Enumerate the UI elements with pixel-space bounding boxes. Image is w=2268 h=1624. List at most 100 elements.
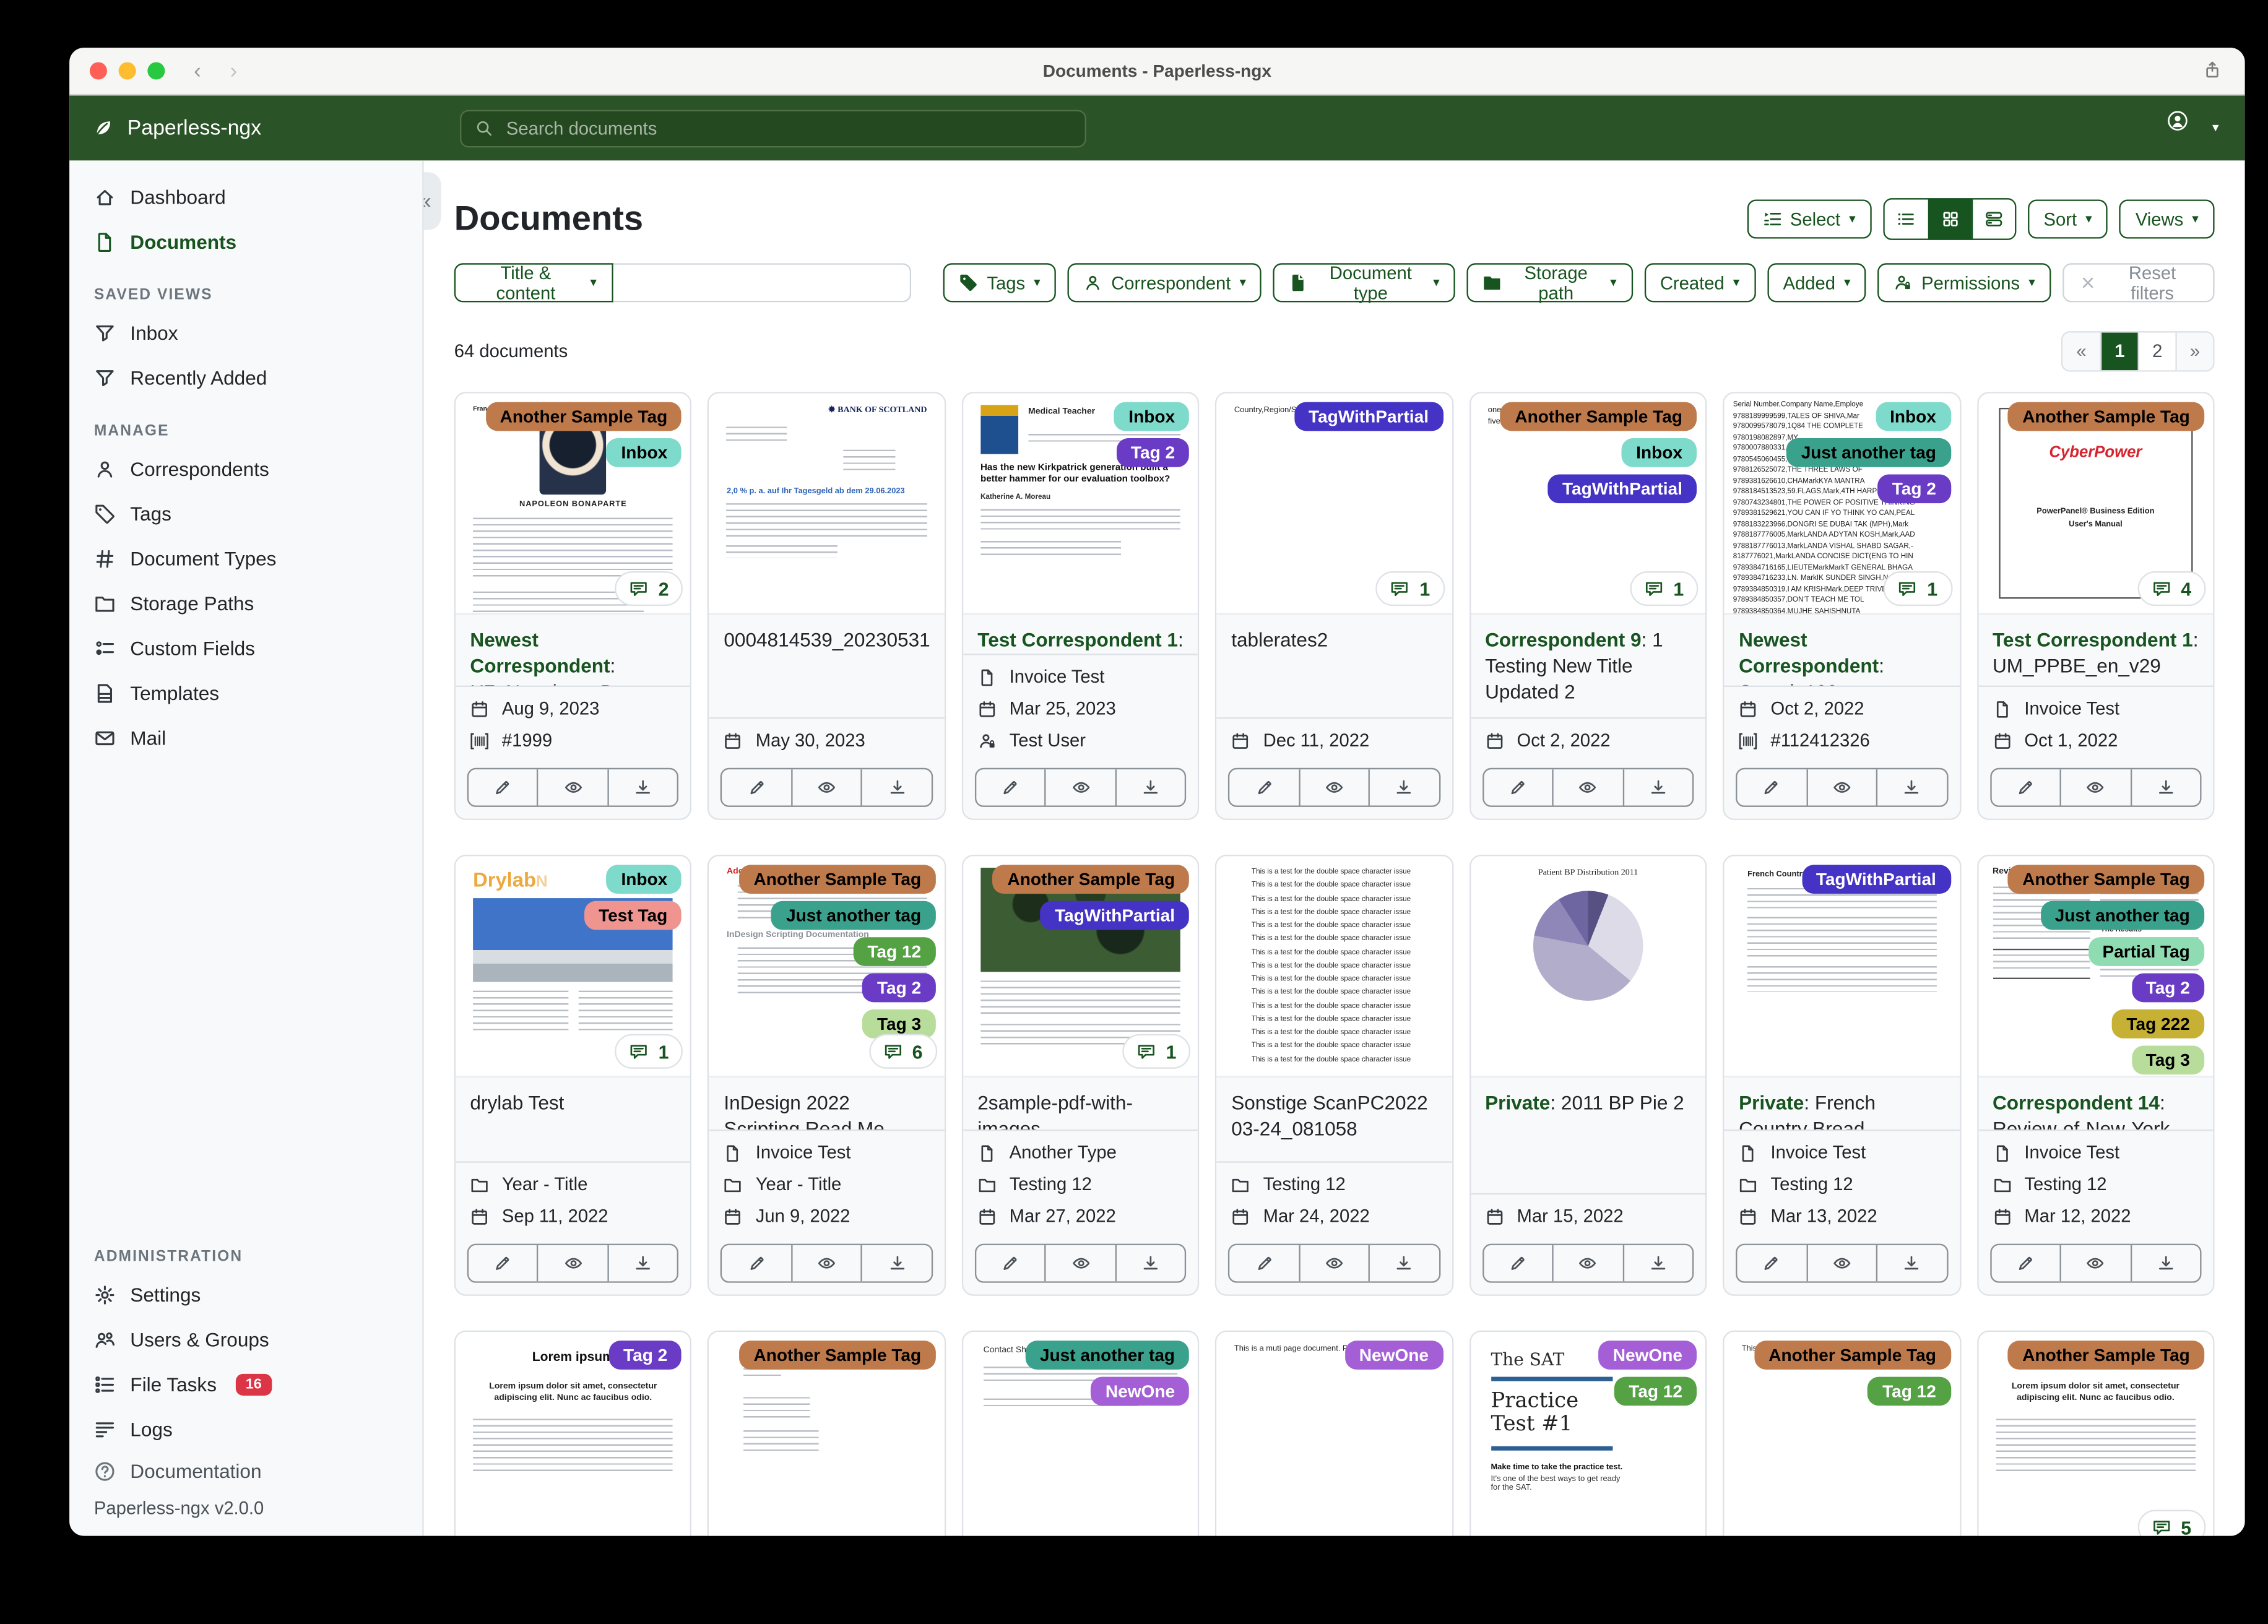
document-card[interactable]: French Country Bread TagWithPartial Privat… [1723, 855, 1961, 1296]
sidebar-item-correspondents[interactable]: Correspondents [69, 447, 422, 491]
tag-inbox[interactable]: Inbox [1621, 438, 1697, 467]
document-card[interactable]: Contact Sheet Demo Just another tag NewOne [961, 1330, 1200, 1536]
document-thumbnail[interactable]: This is a testAnother Sample TagTag 12 [1724, 1332, 1960, 1536]
document-type-filter-button[interactable]: Document type ▾ [1273, 262, 1456, 303]
tag-tag-222[interactable]: Tag 222 [2112, 1009, 2205, 1039]
document-card[interactable]: The SAT Practice Test #1 Make time to take … [1469, 1330, 1707, 1536]
document-thumbnail[interactable]: Lorem ipsumLorem ipsum dolor sit amet, c… [456, 1332, 691, 1536]
document-correspondent[interactable]: Test Correspondent 1 [977, 629, 1178, 650]
tag-partial-tag[interactable]: Partial Tag [2088, 937, 2205, 966]
preview-button[interactable] [1298, 769, 1369, 806]
document-card[interactable]: AdobeInDesign Scripting DocumentationAno… [708, 855, 946, 1296]
tag-tag-3[interactable]: Tag 3 [2131, 1045, 2205, 1075]
document-thumbnail[interactable]: Medical Teacher Has the new Kirkpatrick g… [963, 393, 1198, 613]
document-title[interactable]: tablerates2 [1217, 615, 1452, 662]
storage-path-filter-button[interactable]: Storage path ▾ [1467, 262, 1633, 303]
tag-tag-2[interactable]: Tag 2 [1116, 438, 1190, 467]
user-menu[interactable]: ▾ [2168, 109, 2219, 147]
tags-filter-button[interactable]: Tags ▾ [943, 263, 1057, 303]
document-card[interactable]: Another Sample Tag TagWithPartial 1 2sample… [961, 855, 1200, 1296]
sidebar-item-inbox[interactable]: Inbox [69, 311, 422, 355]
zoom-button[interactable] [147, 62, 165, 80]
document-thumbnail[interactable]: French Country Bread TagWithPartial [1724, 856, 1960, 1076]
edit-button[interactable] [469, 769, 537, 805]
tag-another-sample-tag[interactable]: Another Sample Tag [739, 865, 936, 894]
sidebar-item-file-tasks[interactable]: File Tasks 16 [69, 1362, 422, 1407]
edit-button[interactable] [976, 1245, 1045, 1281]
tag-tagwithpartial[interactable]: TagWithPartial [1040, 901, 1190, 930]
search-input[interactable] [503, 116, 1072, 140]
document-card[interactable]: ✸ BANK OF SCOTLAND 2,0 % p. a. auf Ihr Ta… [708, 392, 946, 820]
edit-button[interactable] [722, 769, 791, 805]
tag-another-sample-tag[interactable]: Another Sample Tag [993, 865, 1190, 894]
permissions-filter-button[interactable]: Permissions ▾ [1877, 263, 2051, 303]
tag-tag-2[interactable]: Tag 2 [862, 973, 936, 1003]
document-correspondent[interactable]: Private [1739, 1092, 1804, 1113]
edit-button[interactable] [469, 1245, 537, 1281]
document-title[interactable]: 2sample-pdf-with-images [963, 1078, 1198, 1129]
document-card[interactable]: one,1.0 five,5.0Another Sample TagInboxT… [1469, 392, 1707, 820]
tag-tagwithpartial[interactable]: TagWithPartial [1294, 402, 1443, 431]
download-button[interactable] [1369, 1245, 1439, 1282]
document-title[interactable]: Test Correspondent 1: UM_PPBE_en_v29 [1978, 615, 2214, 685]
edit-button[interactable] [1484, 1245, 1552, 1281]
tag-another-sample-tag[interactable]: Another Sample Tag [1500, 402, 1697, 431]
download-button[interactable] [1876, 1245, 1946, 1282]
minimize-button[interactable] [118, 62, 136, 80]
tag-newone[interactable]: NewOne [1091, 1376, 1190, 1406]
document-correspondent[interactable]: Correspondent 14 [1993, 1092, 2160, 1113]
comments-badge[interactable]: 2 [615, 571, 683, 607]
view-list-button[interactable] [1884, 199, 1928, 239]
preview-button[interactable] [1044, 1245, 1115, 1282]
preview-button[interactable] [1552, 769, 1622, 806]
back-button[interactable]: ‹ [194, 60, 201, 82]
download-button[interactable] [607, 1245, 677, 1282]
document-thumbnail[interactable]: Lorem ipsumLorem ipsum dolor sit amet, c… [1978, 1332, 2214, 1536]
tag-tag-2[interactable]: Tag 2 [1877, 474, 1951, 504]
edit-button[interactable] [722, 1245, 791, 1281]
document-card[interactable]: Lorem ipsumLorem ipsum dolor sit amet, c… [454, 1330, 692, 1536]
tag-just-another-tag[interactable]: Just another tag [1025, 1341, 1190, 1370]
document-title[interactable]: 0004814539_20230531 [709, 615, 945, 662]
download-button[interactable] [1115, 769, 1185, 806]
tag-inbox[interactable]: Inbox [607, 438, 682, 467]
comments-badge[interactable]: 1 [1376, 571, 1445, 607]
comments-badge[interactable]: 5 [2137, 1510, 2206, 1536]
document-card[interactable]: Serial Number,Company Name,Employe 97881… [1723, 392, 1961, 820]
comments-badge[interactable]: 1 [1884, 571, 1952, 607]
preview-button[interactable] [537, 769, 607, 806]
document-title[interactable]: Private: French Country Bread Revised.do… [1725, 1078, 1960, 1129]
document-thumbnail[interactable]: Another Sample Tag TagWithPartial 1 [963, 856, 1198, 1076]
page-next-button[interactable]: » [2175, 332, 2214, 371]
correspondent-filter-button[interactable]: Correspondent ▾ [1068, 263, 1262, 303]
download-button[interactable] [1115, 1245, 1185, 1282]
comments-badge[interactable]: 1 [615, 1034, 683, 1069]
document-title[interactable]: Newest Correspondent: H7_Napoleon_Bonapa… [456, 615, 690, 685]
document-thumbnail[interactable]: This is a test for the double space char… [1216, 856, 1452, 1076]
edit-button[interactable] [1991, 769, 2060, 805]
preview-button[interactable] [1552, 1245, 1622, 1282]
download-button[interactable] [861, 769, 931, 806]
close-button[interactable] [89, 62, 107, 80]
comments-badge[interactable]: 6 [868, 1034, 937, 1069]
tag-just-another-tag[interactable]: Just another tag [1786, 438, 1951, 467]
download-button[interactable] [1622, 1245, 1692, 1282]
app-brand[interactable]: Paperless-ngx [69, 116, 423, 139]
tag-another-sample-tag[interactable]: Another Sample Tag [1754, 1341, 1951, 1370]
download-button[interactable] [2129, 1245, 2200, 1282]
edit-button[interactable] [1738, 1245, 1806, 1281]
download-button[interactable] [607, 769, 677, 806]
select-button[interactable]: Select ▾ [1746, 199, 1872, 239]
document-title[interactable]: Correspondent 14: Review-of-New-York-Fed… [1978, 1078, 2214, 1129]
document-card[interactable]: Medical Teacher Has the new Kirkpatrick g… [961, 392, 1200, 820]
preview-button[interactable] [2059, 1245, 2130, 1282]
tag-just-another-tag[interactable]: Just another tag [2040, 901, 2205, 930]
sidebar-item-users-groups[interactable]: Users & Groups [69, 1318, 422, 1362]
sidebar-item-custom-fields[interactable]: Custom Fields [69, 626, 422, 671]
tag-tag-2[interactable]: Tag 2 [2131, 973, 2205, 1003]
tag-inbox[interactable]: Inbox [1114, 402, 1190, 431]
preview-button[interactable] [1044, 769, 1115, 806]
document-title[interactable]: Test Correspondent 1: [paperless] test p… [963, 615, 1198, 654]
comments-badge[interactable]: 1 [1122, 1034, 1191, 1069]
document-correspondent[interactable]: Private [1485, 1092, 1550, 1113]
